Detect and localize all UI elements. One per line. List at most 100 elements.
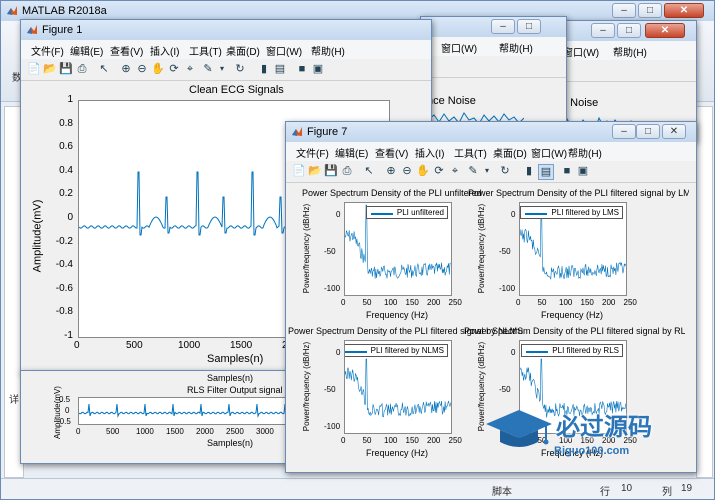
zoom-out-icon[interactable]: ⊖ [135,62,149,76]
new-file-icon[interactable]: 📄 [292,164,306,178]
psd-ylabel: Power/frequency (dB/Hz) [302,341,312,432]
psd-xtick-label: 0 [341,436,346,445]
fig1-menu-view[interactable]: 查看(V) [110,43,143,58]
print-icon[interactable]: ⎙ [75,62,89,76]
fig1-menu-window[interactable]: 窗口(W) [266,43,302,58]
colorbar-icon[interactable]: ▮ [522,164,536,178]
legend-icon[interactable]: ▤ [538,164,554,180]
pan-hand-icon[interactable]: ✋ [416,164,430,178]
fig7-menu-help[interactable]: 帮助(H) [568,145,602,160]
bg-fig1-menu-help[interactable]: 帮助(H) [499,40,533,55]
save-icon[interactable]: 💾 [324,164,338,178]
matlab-logo-icon [7,6,17,15]
psd-xtick-label: 250 [448,298,462,307]
dock-icon[interactable]: ▣ [311,62,325,76]
psd-xlabel: Frequency (Hz) [541,310,604,320]
brush-dropdown-icon[interactable]: ▾ [480,164,494,178]
fig7-close-button[interactable]: ✕ [662,124,686,139]
rls-output-window: Samples(n) RLS Filter Output signal Ampl… [20,370,308,464]
pointer-icon[interactable]: ↖ [362,164,376,178]
rls-ytick-bottom: -0.5 [57,417,71,426]
bg-fig1-minimize-button[interactable]: – [491,19,515,34]
rls-xtick-label: 3000 [256,427,274,436]
colorbar-icon[interactable]: ▮ [257,62,271,76]
psd-xtick-label: 200 [602,298,616,307]
fig7-maximize-button[interactable]: □ [636,124,660,139]
psd-xtick-label: 50 [537,298,547,307]
fig7-menu-window[interactable]: 窗口(W) [531,145,567,160]
psd-xlabel: Frequency (Hz) [366,310,429,320]
fig7-minimize-button[interactable]: – [612,124,636,139]
fig7-menu-file[interactable]: 文件(F) [296,145,329,160]
save-icon[interactable]: 💾 [59,62,73,76]
psd-xtick-label: 200 [427,298,441,307]
fig1-menu-help[interactable]: 帮助(H) [311,43,345,58]
psd-xtick-label: 0 [341,298,346,307]
bg-fig2-maximize-button[interactable]: □ [617,23,641,38]
bg-fig2-menu-help[interactable]: 帮助(H) [613,44,647,59]
psd-axes-3: PLI filtered by NLMS [344,340,452,434]
fig1-ytick-label: 0.8 [59,117,73,129]
pointer-icon[interactable]: ↖ [97,62,111,76]
fig1-menu-tools[interactable]: 工具(T) [189,43,222,58]
fig7-menu-view[interactable]: 查看(V) [375,145,408,160]
rls-xtick-label: 1500 [166,427,184,436]
hide-tools-icon[interactable]: ■ [295,62,309,76]
zoom-out-icon[interactable]: ⊖ [400,164,414,178]
psd-xtick-label: 100 [384,436,398,445]
link-plot-icon[interactable]: ↻ [498,164,512,178]
fig1-ytick-label: -0.8 [55,306,73,318]
fig1-ytick-label: -0.2 [55,235,73,247]
minimize-button[interactable]: – [612,3,636,18]
open-folder-icon[interactable]: 📂 [308,164,322,178]
bg-fig1-titlebar: – □ [421,17,566,37]
bg-fig2-close-button[interactable]: ✕ [645,23,685,38]
rotate-icon[interactable]: ⟳ [432,164,446,178]
fig1-menu-edit[interactable]: 编辑(E) [70,43,103,58]
background-figure-window-1: – □ 窗口(W) 帮助(H) nce Noise [420,16,567,130]
status-script-label: 脚本 [492,487,512,498]
fig7-menu-tools[interactable]: 工具(T) [454,145,487,160]
maximize-button[interactable]: □ [638,3,662,18]
data-cursor-icon[interactable]: ⌖ [183,62,197,76]
psd-ytick-label: 0 [336,210,341,219]
psd-ytick-label: -100 [324,284,341,293]
fig1-menu-file[interactable]: 文件(F) [31,43,64,58]
fig7-menu-edit[interactable]: 编辑(E) [335,145,368,160]
fig7-menu-desktop[interactable]: 桌面(D) [493,145,527,160]
hide-tools-icon[interactable]: ■ [560,164,574,178]
fig1-ylabel: Amplitude(mV) [31,199,44,273]
brush-icon[interactable]: ✎ [466,164,480,178]
brush-icon[interactable]: ✎ [201,62,215,76]
close-button[interactable]: ✕ [664,3,704,18]
zoom-in-icon[interactable]: ⊕ [384,164,398,178]
rotate-icon[interactable]: ⟳ [167,62,181,76]
bg-fig2-menu-window[interactable]: 窗口(W) [563,44,599,59]
pan-hand-icon[interactable]: ✋ [151,62,165,76]
figure-icon [27,25,37,34]
rls-output-axes [78,397,308,425]
brush-dropdown-icon[interactable]: ▾ [215,62,229,76]
fig1-titlebar: Figure 1 [21,20,431,40]
link-plot-icon[interactable]: ↻ [233,62,247,76]
psd-legend-3: PLI filtered by NLMS [345,344,448,357]
print-icon[interactable]: ⎙ [340,164,354,178]
legend-icon[interactable]: ▤ [273,62,287,76]
fig7-menu-insert[interactable]: 插入(I) [415,145,444,160]
open-folder-icon[interactable]: 📂 [43,62,57,76]
rls-output-line [79,403,307,418]
zoom-in-icon[interactable]: ⊕ [119,62,133,76]
psd-ytick-label: 0 [336,348,341,357]
dock-icon[interactable]: ▣ [576,164,590,178]
figure-icon [292,127,302,136]
fig1-menu-desktop[interactable]: 桌面(D) [226,43,260,58]
psd-axes-2: PLI filtered by LMS [519,202,627,296]
psd-legend-1: PLI unfiltered [365,206,448,219]
bg-fig1-menu-window[interactable]: 窗口(W) [441,40,477,55]
data-cursor-icon[interactable]: ⌖ [448,164,462,178]
bg-fig2-minimize-button[interactable]: – [591,23,615,38]
fig1-menu-insert[interactable]: 插入(I) [150,43,179,58]
bg-fig1-maximize-button[interactable]: □ [517,19,541,34]
bg-fig1-menubar: 窗口(W) 帮助(H) [421,37,566,56]
new-file-icon[interactable]: 📄 [27,62,41,76]
